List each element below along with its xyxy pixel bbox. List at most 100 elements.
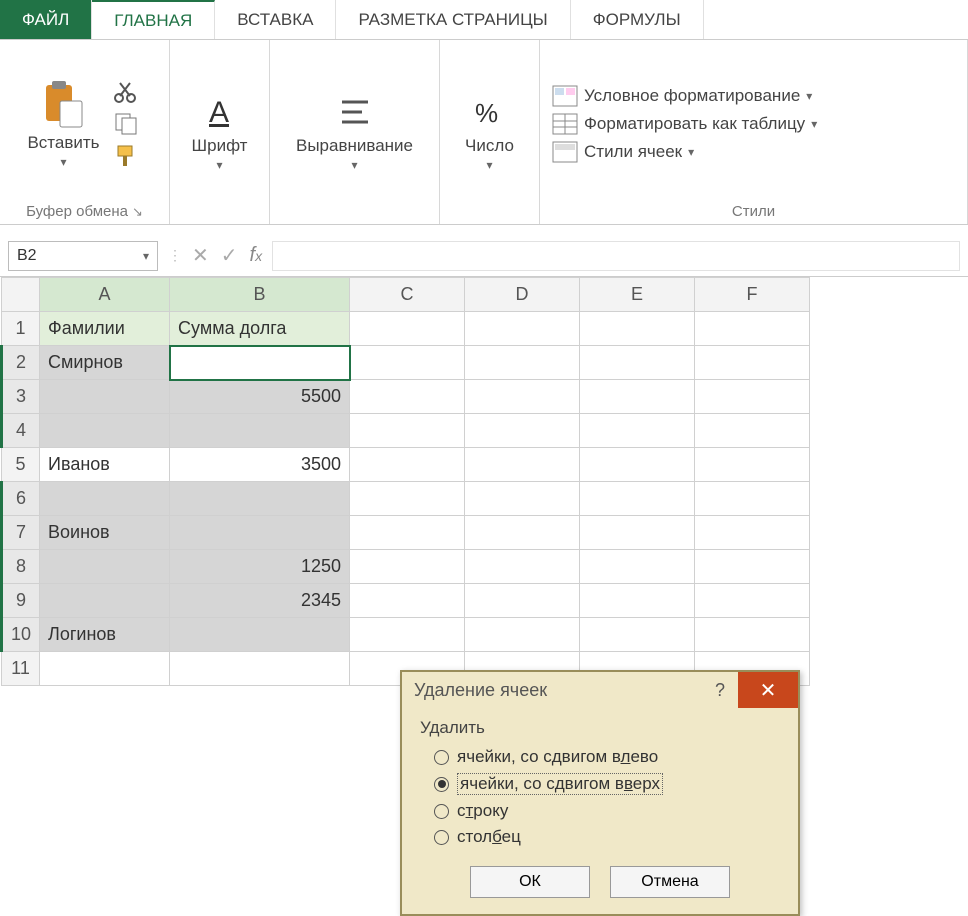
- row-header-7[interactable]: 7: [2, 516, 40, 550]
- cell-B4[interactable]: [170, 414, 350, 448]
- row-header-4[interactable]: 4: [2, 414, 40, 448]
- formula-input[interactable]: [272, 241, 960, 271]
- col-header-A[interactable]: A: [40, 278, 170, 312]
- cancel-formula-icon[interactable]: ✕: [192, 243, 209, 268]
- col-header-E[interactable]: E: [580, 278, 695, 312]
- cell-D9[interactable]: [465, 584, 580, 618]
- cell-D1[interactable]: [465, 312, 580, 346]
- cell-C8[interactable]: [350, 550, 465, 584]
- cell-C4[interactable]: [350, 414, 465, 448]
- cell-E4[interactable]: [580, 414, 695, 448]
- cell-D8[interactable]: [465, 550, 580, 584]
- cell-A11[interactable]: [40, 652, 170, 686]
- cell-C1[interactable]: [350, 312, 465, 346]
- row-header-1[interactable]: 1: [2, 312, 40, 346]
- row-header-8[interactable]: 8: [2, 550, 40, 584]
- dialog-help-button[interactable]: ?: [702, 672, 738, 708]
- tab-home[interactable]: ГЛАВНАЯ: [92, 0, 215, 39]
- cell-E3[interactable]: [580, 380, 695, 414]
- cell-E9[interactable]: [580, 584, 695, 618]
- cell-E1[interactable]: [580, 312, 695, 346]
- cell-B8[interactable]: 1250: [170, 550, 350, 584]
- alignment-button[interactable]: Выравнивание ▾: [296, 92, 413, 172]
- cell-E7[interactable]: [580, 516, 695, 550]
- cell-E6[interactable]: [580, 482, 695, 516]
- cell-D10[interactable]: [465, 618, 580, 652]
- number-button[interactable]: % Число ▾: [465, 92, 514, 172]
- row-header-5[interactable]: 5: [2, 448, 40, 482]
- tab-formulas[interactable]: ФОРМУЛЫ: [571, 0, 704, 39]
- cell-A10[interactable]: Логинов: [40, 618, 170, 652]
- cell-B5[interactable]: 3500: [170, 448, 350, 482]
- paste-button[interactable]: Вставить ▾: [27, 79, 99, 169]
- row-header-9[interactable]: 9: [2, 584, 40, 618]
- cell-A5[interactable]: Иванов: [40, 448, 170, 482]
- cell-D5[interactable]: [465, 448, 580, 482]
- tab-file[interactable]: ФАЙЛ: [0, 0, 92, 39]
- radio-entire-column[interactable]: столбец: [420, 824, 780, 850]
- cell-C6[interactable]: [350, 482, 465, 516]
- ok-button[interactable]: ОК: [470, 866, 590, 898]
- cell-E2[interactable]: [580, 346, 695, 380]
- cell-A2[interactable]: Смирнов: [40, 346, 170, 380]
- cell-C7[interactable]: [350, 516, 465, 550]
- dialog-close-button[interactable]: ✕: [738, 672, 798, 708]
- cell-B9[interactable]: 2345: [170, 584, 350, 618]
- cell-E8[interactable]: [580, 550, 695, 584]
- dialog-launcher-icon[interactable]: ↘: [132, 204, 143, 220]
- col-header-D[interactable]: D: [465, 278, 580, 312]
- cut-icon[interactable]: [114, 80, 142, 104]
- cell-D2[interactable]: [465, 346, 580, 380]
- cancel-button[interactable]: Отмена: [610, 866, 730, 898]
- format-as-table-button[interactable]: Форматировать как таблицу▾: [552, 113, 817, 135]
- cell-D6[interactable]: [465, 482, 580, 516]
- format-painter-icon[interactable]: [114, 144, 142, 168]
- select-all[interactable]: [2, 278, 40, 312]
- row-header-3[interactable]: 3: [2, 380, 40, 414]
- cell-C9[interactable]: [350, 584, 465, 618]
- cell-F7[interactable]: [695, 516, 810, 550]
- cell-B3[interactable]: 5500: [170, 380, 350, 414]
- radio-shift-up[interactable]: ячейки, со сдвигом вверх: [420, 770, 780, 798]
- cell-A1[interactable]: Фамилии: [40, 312, 170, 346]
- name-box[interactable]: B2 ▾: [8, 241, 158, 271]
- accept-formula-icon[interactable]: ✓: [221, 243, 238, 268]
- col-header-F[interactable]: F: [695, 278, 810, 312]
- cell-A6[interactable]: [40, 482, 170, 516]
- cell-A3[interactable]: [40, 380, 170, 414]
- cell-styles-button[interactable]: Стили ячеек▾: [552, 141, 694, 163]
- row-header-11[interactable]: 11: [2, 652, 40, 686]
- cell-A4[interactable]: [40, 414, 170, 448]
- row-header-10[interactable]: 10: [2, 618, 40, 652]
- cell-F3[interactable]: [695, 380, 810, 414]
- cell-B11[interactable]: [170, 652, 350, 686]
- cell-C5[interactable]: [350, 448, 465, 482]
- cell-B10[interactable]: [170, 618, 350, 652]
- cell-C2[interactable]: [350, 346, 465, 380]
- conditional-formatting-button[interactable]: Условное форматирование▾: [552, 85, 812, 107]
- cell-F8[interactable]: [695, 550, 810, 584]
- cell-D3[interactable]: [465, 380, 580, 414]
- cell-B2[interactable]: [170, 346, 350, 380]
- fx-icon[interactable]: fx: [250, 244, 263, 267]
- cell-C3[interactable]: [350, 380, 465, 414]
- tab-insert[interactable]: ВСТАВКА: [215, 0, 336, 39]
- tab-page-layout[interactable]: РАЗМЕТКА СТРАНИЦЫ: [336, 0, 570, 39]
- cell-A9[interactable]: [40, 584, 170, 618]
- cell-C10[interactable]: [350, 618, 465, 652]
- cell-F1[interactable]: [695, 312, 810, 346]
- cell-F10[interactable]: [695, 618, 810, 652]
- font-button[interactable]: A Шрифт ▾: [192, 92, 248, 172]
- radio-shift-left[interactable]: ячейки, со сдвигом влево: [420, 744, 780, 770]
- cell-F2[interactable]: [695, 346, 810, 380]
- cell-F5[interactable]: [695, 448, 810, 482]
- cell-F9[interactable]: [695, 584, 810, 618]
- cell-B1[interactable]: Сумма долга: [170, 312, 350, 346]
- cell-D4[interactable]: [465, 414, 580, 448]
- col-header-C[interactable]: C: [350, 278, 465, 312]
- cell-F4[interactable]: [695, 414, 810, 448]
- cell-D7[interactable]: [465, 516, 580, 550]
- row-header-6[interactable]: 6: [2, 482, 40, 516]
- chevron-down-icon[interactable]: ▾: [143, 249, 149, 263]
- cell-B6[interactable]: [170, 482, 350, 516]
